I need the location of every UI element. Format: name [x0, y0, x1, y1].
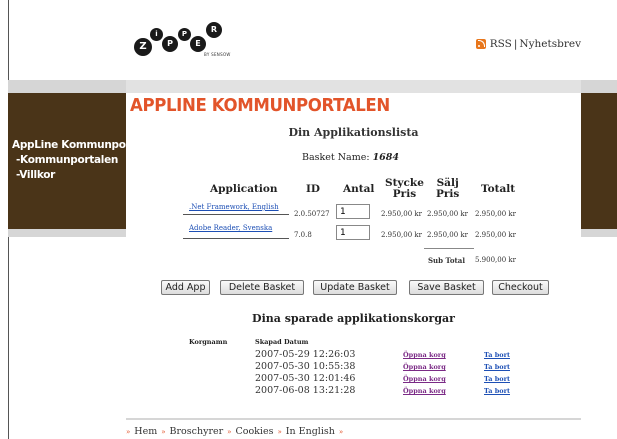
col-header-id: ID: [306, 183, 321, 195]
update-basket-button[interactable]: Update Basket: [313, 280, 397, 295]
saved-date: 2007-05-29 12:26:03: [255, 349, 356, 360]
footer-separator: »: [338, 427, 344, 436]
application-list-title: Din Applikationslista: [288, 126, 419, 139]
quantity-input[interactable]: [336, 204, 370, 219]
footer-link-cookies[interactable]: Cookies: [235, 426, 273, 437]
sidebar-item-villkor[interactable]: -Villkor: [12, 168, 145, 183]
footer-separator: »: [227, 427, 232, 436]
open-basket-link[interactable]: Öppna korg: [403, 375, 446, 383]
header-separator: |: [513, 38, 518, 50]
row-stycke-pris: 2.950,00 kr: [381, 231, 422, 239]
col-header-salj-pris: Sälj Pris: [436, 178, 459, 200]
saved-date: 2007-06-08 13:21:28: [255, 385, 356, 396]
logo-letter-p: P: [162, 36, 178, 52]
delete-basket-link[interactable]: Ta bort: [484, 363, 510, 371]
logo-tagline: BY SENSOW: [204, 52, 231, 57]
footer-separator: »: [161, 427, 166, 436]
row-totalt: 2.950,00 kr: [475, 210, 516, 218]
top-grey-bar-inner: [126, 80, 581, 93]
save-basket-button[interactable]: Save Basket: [409, 280, 484, 295]
footer-link-broschyrer[interactable]: Broschyrer: [170, 426, 224, 437]
row-divider: [183, 238, 289, 239]
col-header-stycke-line2: Pris: [392, 188, 417, 200]
saved-date: 2007-05-30 12:01:46: [255, 373, 356, 384]
subtotal-divider: [424, 248, 474, 249]
logo-letter-e: E: [190, 36, 206, 52]
sidebar-title[interactable]: AppLine Kommunportal: [12, 138, 146, 153]
footer-link-hem[interactable]: Hem: [134, 426, 157, 437]
footer-nav: » Hem » Broschyrer » Cookies » In Englis…: [126, 426, 343, 437]
logo-letter-p2: P: [178, 28, 191, 41]
col-header-application: Application: [210, 183, 278, 195]
row-divider: [183, 214, 289, 215]
newsletter-link[interactable]: Nyhetsbrev: [519, 38, 581, 50]
page-title: APPLINE KOMMUNPORTALEN: [130, 95, 390, 116]
app-link-net-framework[interactable]: .Net Framework, English: [189, 203, 279, 211]
delete-basket-link[interactable]: Ta bort: [484, 351, 510, 359]
footer-separator: »: [277, 427, 282, 436]
col-header-totalt: Totalt: [481, 183, 516, 195]
app-link-adobe-reader[interactable]: Adobe Reader, Svenska: [189, 224, 272, 232]
open-basket-link[interactable]: Öppna korg: [403, 351, 446, 359]
subtotal-value: 5.900,00 kr: [475, 256, 516, 264]
col-header-antal: Antal: [343, 183, 375, 195]
rss-icon[interactable]: [475, 39, 486, 49]
col-header-stycke-pris: Stycke Pris: [385, 178, 424, 200]
row-id: 2.0.50727: [294, 210, 330, 218]
delete-basket-link[interactable]: Ta bort: [484, 375, 510, 383]
add-app-button[interactable]: Add App: [161, 280, 210, 295]
subtotal-label: Sub Total: [428, 256, 465, 265]
row-id: 7.0.8: [294, 231, 312, 239]
zipper-logo[interactable]: Z i P P E R BY SENSOW: [134, 20, 254, 64]
row-stycke-pris: 2.950,00 kr: [381, 210, 422, 218]
open-basket-link[interactable]: Öppna korg: [403, 387, 446, 395]
basket-name-label: Basket Name:: [301, 152, 370, 163]
footer-link-in-english[interactable]: In English: [286, 426, 335, 437]
footer-separator: »: [126, 427, 131, 436]
row-salj-pris: 2.950,00 kr: [427, 231, 468, 239]
logo-letter-z: Z: [134, 38, 152, 56]
delete-basket-link[interactable]: Ta bort: [484, 387, 510, 395]
logo-letter-r: R: [206, 22, 222, 38]
basket-name: Basket Name: 1684: [0, 152, 617, 163]
open-basket-link[interactable]: Öppna korg: [403, 363, 446, 371]
checkout-button[interactable]: Checkout: [492, 280, 549, 295]
row-totalt: 2.950,00 kr: [475, 231, 516, 239]
footer-divider: [126, 418, 581, 420]
saved-date: 2007-05-30 10:55:38: [255, 361, 356, 372]
saved-col-korgnamn: Korgnamn: [189, 338, 228, 346]
row-salj-pris: 2.950,00 kr: [427, 210, 468, 218]
delete-basket-button[interactable]: Delete Basket: [220, 280, 304, 295]
logo-letter-i: i: [150, 28, 163, 41]
rss-link[interactable]: RSS: [490, 38, 512, 50]
saved-col-skapad-datum: Skapad Datum: [255, 338, 309, 346]
col-header-salj-line2: Pris: [436, 188, 460, 200]
saved-baskets-title: Dina sparade applikationskorgar: [252, 312, 455, 325]
basket-name-value: 1684: [372, 152, 400, 163]
header-links: RSS | Nyhetsbrev: [475, 38, 581, 50]
quantity-input[interactable]: [336, 225, 370, 240]
